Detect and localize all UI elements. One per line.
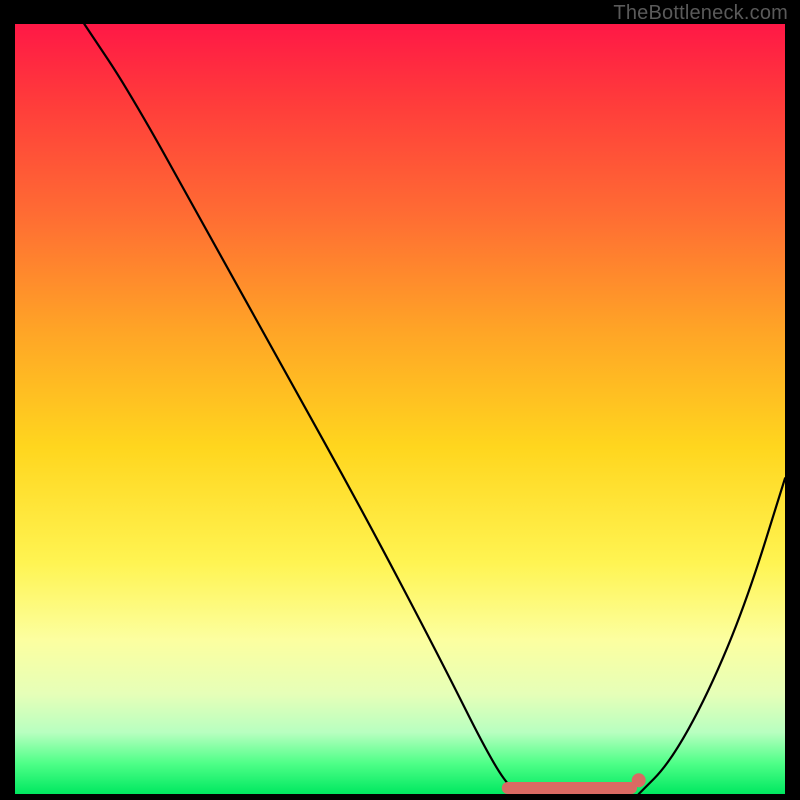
chart-frame: TheBottleneck.com [0, 0, 800, 800]
chart-overlay [15, 24, 785, 794]
highlight-dot [632, 773, 646, 787]
curve-left-branch [84, 24, 515, 794]
watermark-text: TheBottleneck.com [613, 2, 788, 25]
curve-right-branch [639, 478, 785, 794]
